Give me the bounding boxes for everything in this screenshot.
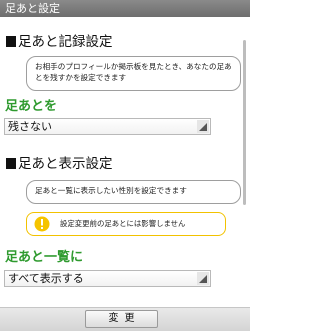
footer-bar: 変更 [0, 307, 250, 331]
page-title: 足あと設定 [5, 2, 60, 15]
record-note-box: お相手のプロフィールか掲示板を見たとき、あなたの足あとを残すかを設定できます [26, 56, 241, 91]
record-select[interactable]: 残さない [4, 118, 211, 135]
record-section-title: 足あと記録設定 [6, 33, 113, 51]
triangle-down-right-icon [197, 272, 209, 285]
display-note-text: 足あと一覧に表示したい性別を設定できます [35, 186, 187, 195]
display-select[interactable]: すべて表示する [4, 270, 211, 287]
change-button[interactable]: 変更 [85, 310, 158, 328]
record-section-title-text: 足あと記録設定 [18, 34, 113, 50]
display-select-value: すべて表示する [8, 272, 84, 285]
record-field-label: 足あとを [5, 99, 58, 114]
square-bullet-icon [6, 158, 16, 169]
titlebar: 足あと設定 [0, 0, 250, 17]
settings-content[interactable]: 足あと記録設定 お相手のプロフィールか掲示板を見たとき、あなたの足あとを残すかを… [0, 17, 242, 307]
display-note-box: 足あと一覧に表示したい性別を設定できます [26, 180, 241, 204]
record-select-value: 残さない [8, 120, 52, 133]
warning-text: 設定変更前の足あとには影響しません [60, 219, 186, 228]
warning-box: 設定変更前の足あとには影響しません [26, 212, 226, 236]
record-note-text: お相手のプロフィールか掲示板を見たとき、あなたの足あとを残すかを設定できます [35, 62, 232, 82]
exclamation-circle-icon [34, 216, 50, 232]
display-field-label: 足あと一覧に [5, 250, 84, 265]
vertical-scrollbar[interactable] [243, 40, 246, 205]
triangle-down-right-icon [197, 120, 209, 133]
square-bullet-icon [6, 36, 16, 47]
display-section-title-text: 足あと表示設定 [18, 156, 113, 172]
display-section-title: 足あと表示設定 [6, 155, 113, 173]
